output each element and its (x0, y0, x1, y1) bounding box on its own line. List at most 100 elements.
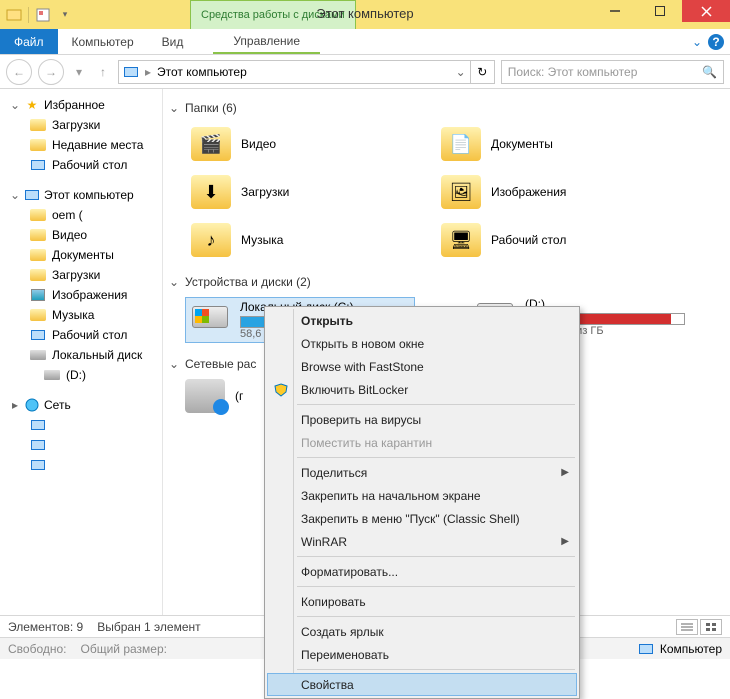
submenu-arrow-icon: ▶ (561, 536, 569, 547)
menu-item[interactable]: Поделиться▶ (267, 461, 577, 484)
menu-separator (297, 457, 575, 458)
properties-icon[interactable] (35, 7, 51, 23)
folder-icon: ⬇ (191, 175, 231, 209)
view-icons-button[interactable] (700, 619, 722, 635)
nav-item-disk-d[interactable]: (D:) (0, 365, 162, 385)
drive-icon (190, 300, 230, 334)
tab-computer[interactable]: Компьютер (58, 29, 148, 54)
chevron-down-icon[interactable]: ⌄ (169, 101, 179, 115)
folder-documents[interactable]: 📄Документы (435, 123, 645, 165)
chevron-right-icon[interactable]: ▸ (10, 398, 20, 412)
menu-item[interactable]: Закрепить на начальном экране (267, 484, 577, 507)
menu-item-label: Поделиться (301, 466, 367, 480)
nav-favorites[interactable]: ⌄ ★ Избранное (0, 95, 162, 115)
menu-item[interactable]: Проверить на вирусы (267, 408, 577, 431)
tab-view[interactable]: Вид (148, 29, 198, 54)
computer-icon (123, 64, 139, 80)
desktop-icon (30, 327, 46, 343)
folder-icon (30, 247, 46, 263)
forward-button[interactable]: → (38, 59, 64, 85)
folder-icon (30, 267, 46, 283)
nav-item-downloads[interactable]: Загрузки (0, 115, 162, 135)
minimize-button[interactable] (592, 0, 637, 22)
tab-manage[interactable]: Управление (213, 29, 320, 54)
nav-network-pc1[interactable] (0, 415, 162, 435)
search-input[interactable]: Поиск: Этот компьютер 🔍 (501, 60, 724, 84)
menu-item[interactable]: Включить BitLocker (267, 378, 577, 401)
nav-item-documents[interactable]: Документы (0, 245, 162, 265)
nav-item-oem[interactable]: oem ( (0, 205, 162, 225)
refresh-button[interactable]: ↻ (471, 60, 495, 84)
chevron-down-icon[interactable]: ⌄ (456, 65, 466, 79)
menu-item[interactable]: Открыть в новом окне (267, 332, 577, 355)
folder-icon (30, 117, 46, 133)
folder-music[interactable]: ♪Музыка (185, 219, 395, 261)
drive-icon (30, 347, 46, 363)
nav-item-recent[interactable]: Недавние места (0, 135, 162, 155)
menu-item: Поместить на карантин (267, 431, 577, 454)
menu-item-label: Переименовать (301, 648, 389, 662)
nav-item-local-disk-c[interactable]: Локальный диск (0, 345, 162, 365)
computer-icon (30, 457, 46, 473)
nav-this-pc[interactable]: ⌄ Этот компьютер (0, 185, 162, 205)
qat-dropdown-icon[interactable]: ▾ (57, 7, 73, 23)
folder-icon: 🎬 (191, 127, 231, 161)
menu-separator (297, 669, 575, 670)
up-button[interactable]: ↑ (94, 59, 112, 85)
menu-item-label: Закрепить в меню "Пуск" (Classic Shell) (301, 512, 520, 526)
menu-item[interactable]: Открыть (267, 309, 577, 332)
status-total: Общий размер: (81, 642, 167, 656)
back-button[interactable]: ← (6, 59, 32, 85)
folder-videos[interactable]: 🎬Видео (185, 123, 395, 165)
chevron-down-icon[interactable]: ⌄ (10, 98, 20, 112)
menu-item[interactable]: Закрепить в меню "Пуск" (Classic Shell) (267, 507, 577, 530)
section-drives[interactable]: ⌄ Устройства и диски (2) (169, 275, 722, 289)
menu-separator (297, 616, 575, 617)
drive-icon (44, 367, 60, 383)
desktop-icon (30, 157, 46, 173)
menu-item[interactable]: Создать ярлык (267, 620, 577, 643)
nav-item-pictures[interactable]: Изображения (0, 285, 162, 305)
nav-item-desktop2[interactable]: Рабочий стол (0, 325, 162, 345)
nav-item-videos[interactable]: Видео (0, 225, 162, 245)
ribbon-expand-icon[interactable]: ⌄ (692, 35, 702, 49)
recent-locations-icon[interactable]: ▾ (70, 59, 88, 85)
maximize-button[interactable] (637, 0, 682, 22)
folder-pictures[interactable]: 🖼Изображения (435, 171, 645, 213)
nav-item-music[interactable]: Музыка (0, 305, 162, 325)
section-folders[interactable]: ⌄ Папки (6) (169, 101, 722, 115)
nav-item-downloads2[interactable]: Загрузки (0, 265, 162, 285)
folder-desktop[interactable]: 🖥Рабочий стол (435, 219, 645, 261)
search-icon: 🔍 (702, 65, 717, 79)
menu-item[interactable]: Browse with FastStone (267, 355, 577, 378)
folder-downloads[interactable]: ⬇Загрузки (185, 171, 395, 213)
quick-access-toolbar: ▾ (0, 0, 73, 29)
menu-separator (297, 404, 575, 405)
tab-file[interactable]: Файл (0, 29, 58, 54)
nav-item-desktop[interactable]: Рабочий стол (0, 155, 162, 175)
nav-network[interactable]: ▸ Сеть (0, 395, 162, 415)
nav-network-pc3[interactable] (0, 455, 162, 475)
menu-item[interactable]: Копировать (267, 590, 577, 613)
app-icon (6, 7, 22, 23)
view-details-button[interactable] (676, 619, 698, 635)
menu-item[interactable]: Форматировать... (267, 560, 577, 583)
help-icon[interactable]: ? (708, 34, 724, 50)
menu-item[interactable]: Свойства (267, 673, 577, 696)
chevron-down-icon[interactable]: ⌄ (169, 357, 179, 371)
chevron-right-icon[interactable]: ▸ (145, 65, 151, 79)
chevron-down-icon[interactable]: ⌄ (169, 275, 179, 289)
chevron-down-icon[interactable]: ⌄ (10, 188, 20, 202)
breadcrumb[interactable]: ▸ Этот компьютер ⌄ (118, 60, 471, 84)
computer-icon (24, 187, 40, 203)
shield-icon (273, 382, 289, 398)
menu-item[interactable]: Переименовать (267, 643, 577, 666)
close-button[interactable] (682, 0, 730, 22)
menu-item-label: Открыть в новом окне (301, 337, 424, 351)
menu-item[interactable]: WinRAR▶ (267, 530, 577, 553)
contextual-tab-drives[interactable]: Средства работы с дисками (190, 0, 356, 29)
folder-icon: 🖼 (441, 175, 481, 209)
folder-icon: 🖥 (441, 223, 481, 257)
nav-network-pc2[interactable] (0, 435, 162, 455)
folder-icon: ♪ (191, 223, 231, 257)
